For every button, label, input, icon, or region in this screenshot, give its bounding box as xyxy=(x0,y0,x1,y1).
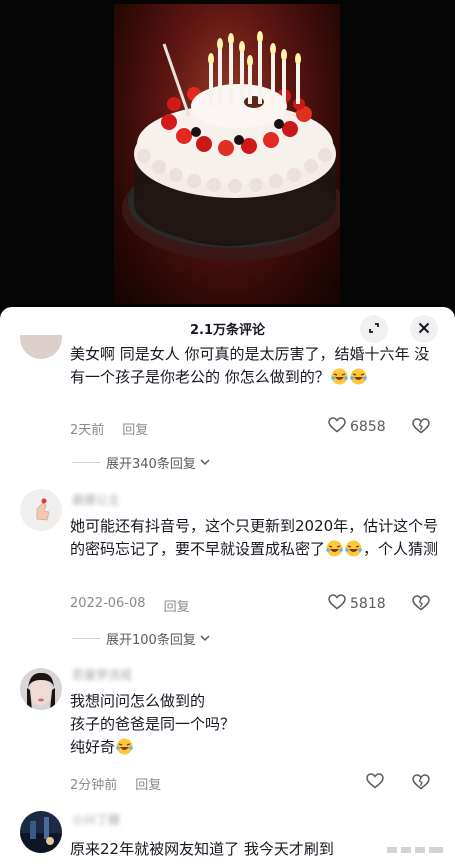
like-count: 5818 xyxy=(350,596,386,612)
laugh-cry-emoji xyxy=(349,368,367,385)
comment-text: 我想问问怎么做到的 孩子的爸爸是同一个吗？ 纯好奇 xyxy=(70,692,236,756)
laugh-cry-emoji xyxy=(326,540,343,557)
expand-line xyxy=(72,638,100,639)
like-button[interactable] xyxy=(366,773,384,793)
chevron-down-icon xyxy=(199,631,211,646)
video-frame-cake xyxy=(114,4,340,304)
comment-meta: 2分钟前 回复 xyxy=(70,774,161,793)
expand-replies-button[interactable]: 展开340条回复 xyxy=(72,453,211,472)
avatar[interactable] xyxy=(20,811,62,853)
expand-replies-label: 展开340条回复 xyxy=(106,457,196,472)
video-player[interactable] xyxy=(0,0,455,310)
avatar[interactable] xyxy=(20,668,62,710)
app-root: 2.1万条评论 美女啊 同是女人 你可真的是太厉害了，结婚十六年 没有一个孩子是… xyxy=(0,0,455,866)
chevron-down-icon xyxy=(199,455,211,470)
heart-outline-icon xyxy=(328,417,346,437)
watermark-logo xyxy=(381,840,451,864)
broken-heart-icon xyxy=(412,418,430,438)
comment-item: 若曼梦流戒 我想问问怎么做到的 孩子的爸爸是同一个吗？ 纯好奇 2分钟前 回复 xyxy=(0,662,455,802)
dislike-button[interactable] xyxy=(412,774,430,794)
reply-button[interactable]: 回复 xyxy=(135,774,161,793)
laugh-cry-emoji xyxy=(116,738,133,755)
comment-item: 晨娜公主 她可能还有抖音号，这个只更新到2020年，估计这个号的密码忘记了，要不… xyxy=(0,485,455,655)
laugh-cry-emoji xyxy=(345,540,362,557)
dislike-button[interactable] xyxy=(412,418,430,438)
comment-time: 2022-06-08 xyxy=(70,596,146,611)
comment-username[interactable]: 晨娜公主 xyxy=(72,493,120,507)
reply-button[interactable]: 回复 xyxy=(164,596,190,615)
like-count: 6858 xyxy=(350,419,386,435)
fullscreen-icon xyxy=(367,320,381,339)
close-icon xyxy=(417,320,431,339)
broken-heart-icon xyxy=(412,774,430,794)
comment-username[interactable]: 若曼梦流戒 xyxy=(72,668,132,682)
comment-text: 美女啊 同是女人 你可真的是太厉害了，结婚十六年 没有一个孩子是你老公的 你怎么… xyxy=(70,345,430,386)
expand-line xyxy=(72,462,100,463)
like-button[interactable]: 6858 xyxy=(328,417,386,437)
comment-sheet: 2.1万条评论 美女啊 同是女人 你可真的是太厉害了，结婚十六年 没有一个孩子是… xyxy=(0,307,455,866)
comment-text: 她可能还有抖音号，这个只更新到2020年，估计这个号的密码忘记了，要不早就设置成… xyxy=(70,517,439,558)
avatar[interactable] xyxy=(20,489,62,531)
comment-time: 2分钟前 xyxy=(70,778,118,793)
laugh-cry-emoji xyxy=(330,368,348,385)
heart-outline-icon xyxy=(366,773,384,793)
comment-username[interactable]: 小兴丁腰 xyxy=(72,813,120,827)
avatar[interactable] xyxy=(20,335,62,359)
like-button[interactable]: 5818 xyxy=(328,594,386,614)
comment-time: 2天前 xyxy=(70,423,105,438)
expand-replies-button[interactable]: 展开100条回复 xyxy=(72,629,211,648)
expand-replies-label: 展开100条回复 xyxy=(106,633,196,648)
broken-heart-icon xyxy=(412,595,430,615)
comment-item: 美女啊 同是女人 你可真的是太厉害了，结婚十六年 没有一个孩子是你老公的 你怎么… xyxy=(0,335,455,497)
reply-button[interactable]: 回复 xyxy=(122,419,148,438)
dislike-button[interactable] xyxy=(412,595,430,615)
comment-meta: 2天前 回复 xyxy=(70,419,148,438)
comment-meta: 2022-06-08 回复 xyxy=(70,596,190,615)
heart-outline-icon xyxy=(328,594,346,614)
